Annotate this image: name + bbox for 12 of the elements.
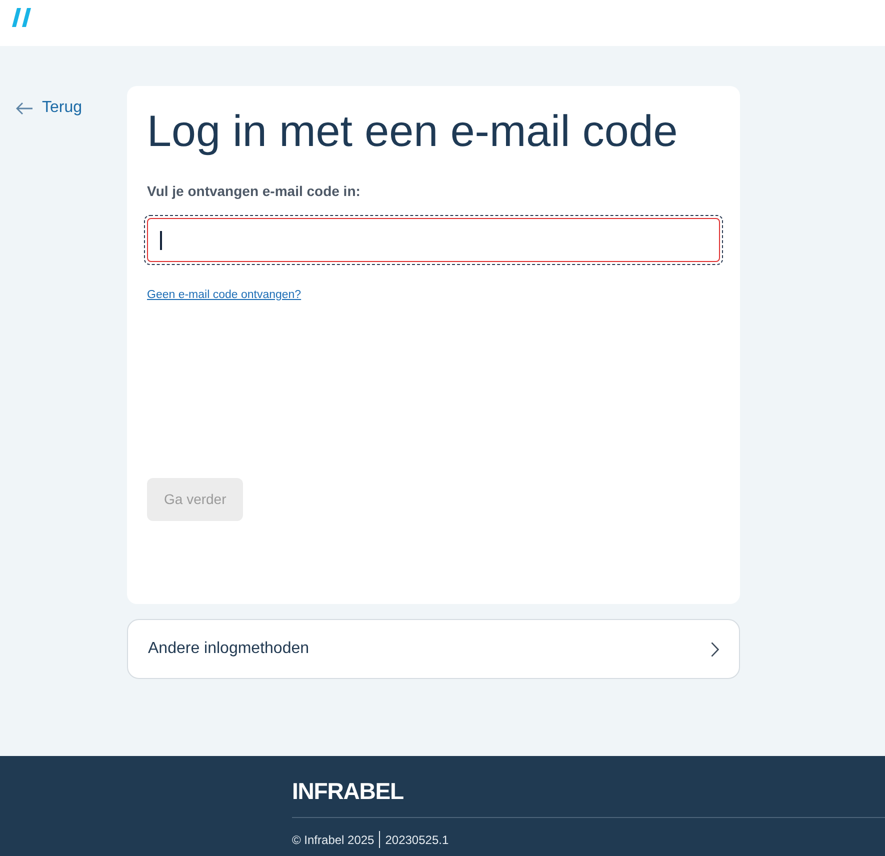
footer-logo: INFRABEL xyxy=(292,778,404,804)
other-methods-button[interactable]: Andere inlogmethoden xyxy=(127,619,740,679)
help-link[interactable]: Geen e-mail code ontvangen? xyxy=(147,288,302,302)
back-link[interactable]: Terug xyxy=(16,97,82,119)
email-code-input[interactable] xyxy=(144,215,723,265)
copyright-text: © Infrabel 2025 xyxy=(292,832,374,848)
version-text: 20230525.1 xyxy=(385,832,449,848)
page-title: Log in met een e-mail code xyxy=(147,106,679,158)
text-cursor-icon xyxy=(160,231,162,250)
field-label: Vul je ontvangen e-mail code in: xyxy=(147,182,362,200)
chevron-right-icon xyxy=(711,642,719,656)
arrow-left-icon xyxy=(16,102,33,114)
